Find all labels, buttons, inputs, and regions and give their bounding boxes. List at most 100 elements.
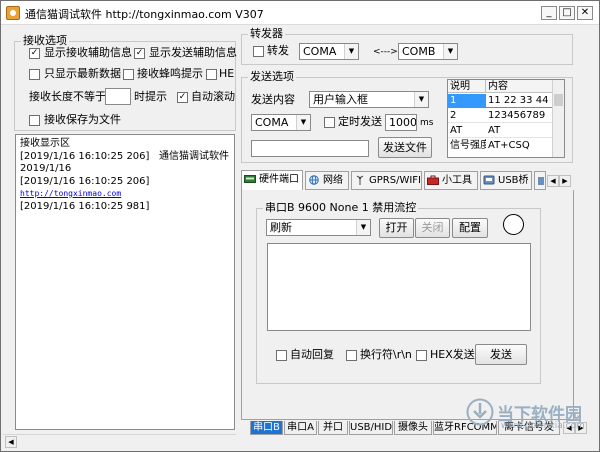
open-port-button[interactable]: 打开 — [379, 218, 414, 238]
forward-to-select[interactable]: COMB ▼ — [398, 43, 458, 60]
auto-reply-label: 自动回复 — [290, 348, 334, 361]
send-file-path-input[interactable] — [251, 140, 369, 157]
save-to-file-checkbox[interactable] — [29, 115, 40, 126]
tab-usb-bridge[interactable]: USB桥 — [480, 171, 532, 190]
app-logo-icon — [6, 6, 20, 20]
scroll-thumb[interactable] — [554, 94, 563, 106]
app-window: 通信猫调试软件 http://tongxinmao.com V307 _ □ ✕… — [0, 0, 600, 452]
beep-label: 接收蜂鸣提示 — [137, 67, 203, 80]
port-status-indicator — [503, 214, 524, 235]
save-to-file-label: 接收保存为文件 — [44, 113, 121, 126]
log-line: [2019/1/16 16:10:25 981] — [20, 200, 150, 212]
recv-length-input[interactable] — [105, 88, 131, 105]
log-line: [2019/1/16 16:10:25 206] — [20, 175, 150, 187]
newline-checkbox[interactable] — [346, 350, 357, 361]
recv-length-label: 接收长度不等于 — [29, 90, 106, 103]
table-header-content: 内容 — [488, 81, 508, 92]
chevron-down-icon: ▼ — [344, 44, 358, 59]
timed-send-checkbox[interactable] — [324, 117, 335, 128]
table-row[interactable]: 2 123456789 — [448, 109, 552, 123]
show-send-aux-label: 显示发送辅助信息 — [149, 46, 237, 59]
hex-send-label: HEX发送 — [430, 348, 475, 361]
window-title: 通信猫调试软件 http://tongxinmao.com V307 — [25, 8, 264, 21]
serial-group-title: 串口B 9600 None 1 禁用流控 — [263, 201, 419, 215]
tab-network[interactable]: 网络 — [305, 171, 349, 190]
watermark-logo-icon — [466, 398, 494, 426]
receive-display-area[interactable]: 接收显示区 [2019/1/16 16:10:25 206] 通信猫调试软件 2… — [15, 134, 235, 430]
close-port-button[interactable]: 关闭 — [415, 218, 450, 238]
beep-checkbox[interactable] — [123, 69, 134, 80]
send-content-select[interactable]: 用户输入框 ▼ — [309, 91, 429, 108]
hardware-port-icon — [244, 175, 256, 183]
overflow-tab-icon — [538, 177, 544, 185]
hex-display-checkbox[interactable] — [206, 69, 217, 80]
minimize-button[interactable]: _ — [541, 6, 557, 20]
forward-arrow: <---> — [373, 47, 398, 57]
table-header: 说明 内容 — [448, 80, 552, 93]
show-send-aux-checkbox[interactable]: ✓ — [134, 48, 145, 59]
bottom-tab-serial-a[interactable]: 串口A — [284, 421, 317, 435]
forward-from-select[interactable]: COMA ▼ — [299, 43, 359, 60]
tab-tools[interactable]: 小工具 — [424, 171, 478, 190]
horizontal-scrollbar[interactable]: ◀ — [3, 434, 236, 448]
table-row[interactable]: 1 11 22 33 44 55 — [448, 94, 552, 108]
forwarder-title: 转发器 — [248, 27, 285, 41]
table-cell-content: AT+CSQ — [488, 140, 530, 151]
tab-scroll-right-icon[interactable]: ▶ — [559, 175, 571, 187]
show-recv-aux-label: 显示接收辅助信息 — [44, 46, 132, 59]
interval-input[interactable]: 1000 — [385, 114, 417, 131]
bottom-tab-parallel[interactable]: 并口 — [318, 421, 348, 435]
table-row[interactable]: AT AT — [448, 124, 552, 138]
table-cell-content: 123456789 — [488, 110, 546, 121]
bottom-tab-usb-hid[interactable]: USB/HID — [349, 421, 393, 435]
serial-port-select[interactable]: 刷新 ▼ — [266, 219, 371, 236]
table-cell-desc: 信号强度 — [450, 140, 486, 151]
hex-send-checkbox[interactable] — [416, 350, 427, 361]
send-options-title: 发送选项 — [248, 70, 296, 84]
chevron-down-icon: ▼ — [296, 115, 310, 130]
log-link[interactable]: http://tongxinmao.com — [20, 189, 121, 198]
config-button[interactable]: 配置 — [452, 218, 488, 238]
command-table[interactable]: 说明 内容 1 11 22 33 44 55 2 123456789 AT AT… — [447, 79, 565, 158]
table-cell-content: 11 22 33 44 55 — [486, 94, 552, 107]
auto-scroll-checkbox[interactable]: ✓ — [177, 92, 188, 103]
table-cell-content: AT — [488, 125, 501, 136]
table-row[interactable]: 信号强度 AT+CSQ — [448, 139, 552, 153]
watermark-subtitle: www.downxia.com — [501, 421, 585, 431]
log-link-line[interactable]: http://tongxinmao.com — [20, 188, 230, 201]
network-icon — [309, 175, 319, 185]
send-content-label: 发送内容 — [251, 93, 295, 106]
show-recv-aux-checkbox[interactable]: ✓ — [29, 48, 40, 59]
show-latest-only-checkbox[interactable] — [29, 69, 40, 80]
serial-send-button[interactable]: 发送 — [475, 344, 527, 365]
tab-scroll-left-icon[interactable]: ◀ — [547, 175, 559, 187]
scroll-left-icon[interactable]: ◀ — [5, 436, 17, 448]
toolbox-icon — [427, 175, 439, 185]
chevron-down-icon: ▼ — [443, 44, 457, 59]
forward-label: 转发 — [267, 44, 289, 57]
usb-bridge-icon — [483, 175, 495, 185]
show-latest-only-label: 只显示最新数据 — [44, 67, 121, 80]
timed-send-label: 定时发送 — [338, 115, 382, 128]
close-button[interactable]: ✕ — [577, 6, 593, 20]
table-cell-desc: 1 — [450, 95, 457, 106]
tab-gprs-wifi[interactable]: GPRS/WIFI — [351, 171, 422, 190]
bottom-tab-camera[interactable]: 摄像头 — [394, 421, 432, 435]
auto-scroll-label: 自动滚动 — [191, 90, 235, 103]
auto-reply-checkbox[interactable] — [276, 350, 287, 361]
table-scrollbar[interactable] — [552, 80, 564, 157]
tab-overflow — [534, 171, 546, 190]
send-file-button[interactable]: 发送文件 — [378, 137, 432, 158]
interval-unit: ms — [420, 118, 434, 128]
send-port-select[interactable]: COMA ▼ — [251, 114, 311, 131]
title-bar[interactable]: 通信猫调试软件 http://tongxinmao.com V307 _ □ ✕ — [1, 1, 599, 25]
table-cell-desc: 2 — [450, 110, 457, 121]
recv-length-suffix: 时提示 — [134, 90, 167, 103]
bottom-tab-serial-b[interactable]: 串口B — [250, 421, 283, 435]
hex-display-label: HE — [219, 67, 235, 80]
serial-send-textarea[interactable] — [267, 243, 531, 331]
forward-checkbox[interactable] — [253, 46, 264, 57]
chevron-down-icon: ▼ — [414, 92, 428, 107]
maximize-button[interactable]: □ — [559, 6, 575, 20]
tab-hardware-port[interactable]: 硬件端口 — [241, 170, 303, 191]
